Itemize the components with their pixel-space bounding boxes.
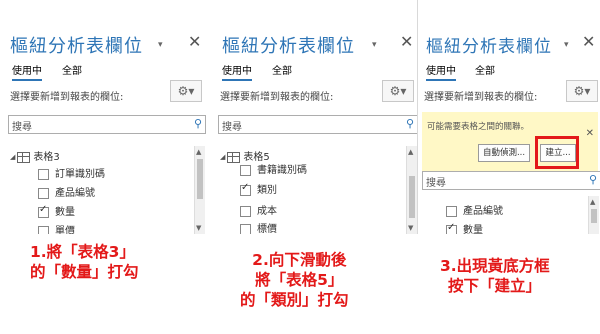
caption-line: 的「類別」打勾	[240, 291, 349, 309]
pane-options-caret[interactable]: ▾	[564, 40, 569, 50]
search-box[interactable]: 搜尋 ⚲	[8, 115, 206, 134]
pane-title: 樞紐分析表欄位	[222, 36, 355, 57]
tab-all[interactable]: 全部	[475, 62, 495, 77]
pane-options-caret[interactable]: ▾	[158, 40, 163, 50]
search-icon[interactable]: ⚲	[194, 117, 202, 130]
search-placeholder: 搜尋	[12, 122, 32, 133]
scroll-thumb[interactable]	[409, 176, 415, 218]
field-prompt: 選擇要新增到報表的欄位:	[220, 92, 334, 103]
field-item[interactable]: 數量	[446, 221, 483, 234]
field-label: 成本	[257, 206, 277, 217]
scroll-down-icon[interactable]: ▼	[196, 224, 201, 232]
collapse-triangle-icon[interactable]: ◢	[10, 153, 15, 161]
search-box[interactable]: 搜尋 ⚲	[218, 115, 418, 134]
table-name: 表格3	[33, 152, 60, 163]
field-item[interactable]: 成本	[240, 202, 277, 218]
pane-title: 樞紐分析表欄位	[426, 37, 552, 57]
auto-detect-button[interactable]: 自動偵測...	[478, 144, 530, 162]
field-label: 數量	[55, 207, 75, 218]
tab-active[interactable]: 使用中	[426, 62, 456, 81]
checkbox[interactable]	[240, 223, 251, 234]
tab-active[interactable]: 使用中	[222, 62, 252, 81]
checkbox[interactable]	[38, 187, 49, 199]
field-item[interactable]: 數量	[38, 203, 75, 219]
field-prompt: 選擇要新增到報表的欄位:	[10, 92, 124, 103]
notice-message: 可能需要表格之間的關聯。	[427, 122, 530, 132]
field-list: ◢表格5 書籍識別碼 類別 成本 標價	[220, 148, 406, 234]
table-icon	[17, 151, 31, 163]
checkbox[interactable]	[240, 164, 251, 176]
tab-active[interactable]: 使用中	[12, 62, 42, 81]
search-icon[interactable]: ⚲	[406, 117, 414, 130]
tab-all[interactable]: 全部	[62, 62, 82, 77]
field-item[interactable]: 單價	[38, 222, 75, 234]
gear-icon[interactable]: ⚙▾	[566, 80, 598, 102]
caption-line: 將「表格5」	[255, 271, 344, 289]
tab-all[interactable]: 全部	[272, 62, 292, 77]
caption-step-3: 3.出現黃底方框 按下「建立」	[440, 256, 550, 296]
field-item[interactable]: 類別	[240, 181, 277, 197]
field-item[interactable]: 產品編號	[38, 184, 95, 200]
caption-line: 按下「建立」	[448, 277, 542, 295]
caption-line: 3.出現黃底方框	[440, 257, 550, 275]
field-item[interactable]: 產品編號	[446, 202, 503, 218]
gear-icon[interactable]: ⚙▾	[170, 80, 202, 102]
field-label: 產品編號	[55, 188, 95, 199]
checkbox[interactable]	[240, 205, 251, 217]
scrollbar[interactable]: ▲ ▼	[406, 146, 417, 234]
checkbox[interactable]	[446, 205, 457, 217]
scroll-up-icon[interactable]: ▲	[408, 148, 413, 156]
gear-icon[interactable]: ⚙▾	[382, 80, 414, 102]
pane-title: 樞紐分析表欄位	[10, 36, 143, 57]
scrollbar[interactable]: ▲ ▼	[194, 146, 205, 234]
pivot-field-pane-2: 樞紐分析表欄位 ▾ ✕ 使用中 全部 選擇要新增到報表的欄位: ⚙▾ 搜尋 ⚲ …	[212, 0, 420, 234]
search-box[interactable]: 搜尋 ⚲	[422, 171, 600, 190]
table-icon	[227, 151, 241, 163]
field-label: 標價	[257, 224, 277, 234]
checkbox[interactable]	[38, 225, 49, 234]
caption-step-1: 1.將「表格3」 的「數量」打勾	[30, 242, 139, 282]
close-icon[interactable]: ✕	[582, 32, 595, 51]
checkbox-checked[interactable]	[240, 182, 251, 196]
checkbox[interactable]	[38, 168, 49, 180]
field-label: 單價	[55, 226, 75, 234]
field-label: 類別	[257, 185, 277, 196]
scroll-thumb[interactable]	[197, 159, 203, 199]
close-icon[interactable]: ✕	[400, 32, 413, 51]
checkbox-checked[interactable]	[446, 222, 457, 234]
field-label: 訂單識別碼	[55, 169, 105, 180]
checkbox-checked[interactable]	[38, 204, 49, 218]
field-label: 數量	[463, 225, 483, 234]
scroll-down-icon[interactable]: ▼	[408, 224, 413, 232]
field-item[interactable]: 標價	[240, 220, 277, 234]
field-list: 產品編號 數量	[426, 202, 586, 234]
scroll-up-icon[interactable]: ▲	[590, 198, 595, 206]
caption-line: 1.將「表格3」	[30, 243, 135, 261]
scroll-up-icon[interactable]: ▲	[196, 148, 201, 156]
search-icon[interactable]: ⚲	[589, 173, 597, 186]
relationship-notice: 可能需要表格之間的關聯。 ✕ 自動偵測... 建立...	[422, 112, 598, 173]
caption-step-2: 2.向下滑動後 將「表格5」 的「類別」打勾	[240, 250, 349, 310]
pane-options-caret[interactable]: ▾	[372, 40, 377, 50]
pivot-field-pane-1: 樞紐分析表欄位 ▾ ✕ 使用中 全部 選擇要新增到報表的欄位: ⚙▾ 搜尋 ⚲ …	[0, 0, 206, 234]
scroll-thumb[interactable]	[591, 209, 597, 223]
close-icon[interactable]: ✕	[188, 32, 201, 51]
collapse-triangle-icon[interactable]: ◢	[220, 153, 225, 161]
caption-line: 的「數量」打勾	[30, 263, 139, 281]
notice-close-icon[interactable]: ✕	[586, 128, 594, 139]
field-prompt: 選擇要新增到報表的欄位:	[424, 92, 538, 103]
field-item[interactable]: 訂單識別碼	[38, 165, 105, 181]
field-label: 書籍識別碼	[257, 165, 307, 176]
pivot-field-pane-3: 樞紐分析表欄位 ▾ ✕ 使用中 全部 選擇要新增到報表的欄位: ⚙▾ 可能需要表…	[417, 0, 600, 234]
search-placeholder: 搜尋	[426, 178, 446, 189]
table-node[interactable]: ◢ 表格3	[10, 148, 60, 164]
field-item[interactable]: 書籍識別碼	[240, 161, 307, 177]
highlight-box	[535, 136, 579, 169]
scrollbar[interactable]: ▲	[588, 196, 599, 234]
search-placeholder: 搜尋	[222, 122, 242, 133]
field-label: 產品編號	[463, 206, 503, 217]
caption-line: 2.向下滑動後	[252, 251, 347, 269]
field-list: ◢ 表格3 訂單識別碼 產品編號 數量 單價	[10, 148, 196, 234]
